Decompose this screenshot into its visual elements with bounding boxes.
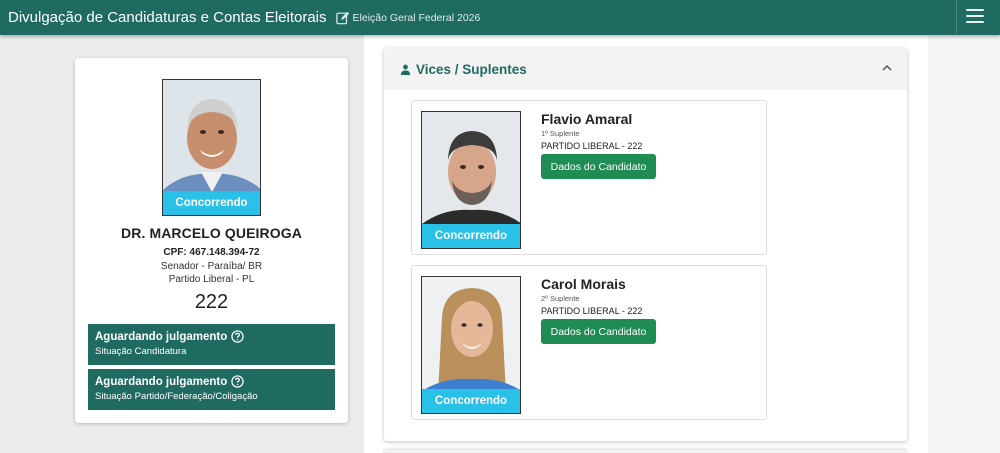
person-icon [400, 64, 411, 75]
status-title: Aguardando julgamento [95, 375, 228, 388]
candidate-office: Senador - Paraíba/ BR [160, 261, 263, 272]
candidate-name: DR. MARCELO QUEIROGA [121, 225, 302, 241]
suplente-photo: Concorrendo [421, 111, 521, 249]
suplente-card: Concorrendo Carol Morais 2º Suplente PAR… [411, 265, 767, 420]
suplente-photo: Concorrendo [421, 276, 521, 414]
candidate-number: 222 [194, 291, 229, 313]
candidate-cpf: CPF: 467.148.394-72 [163, 247, 260, 258]
suplente-role: 1º Suplente [541, 129, 580, 138]
dados-candidato-button[interactable]: Dados do Candidato [541, 154, 656, 179]
status-partido: Aguardando julgamento Situação Partido/F… [88, 369, 335, 410]
suplente-status-tag: Concorrendo [422, 224, 520, 248]
status-subtitle: Situação Candidatura [95, 346, 187, 357]
page-background [928, 35, 1000, 453]
status-candidatura: Aguardando julgamento Situação Candidatu… [88, 324, 335, 365]
main-content: Vices / Suplentes Concorrendo Flavio Ama… [364, 35, 928, 453]
candidate-status-tag: Concorrendo [163, 191, 260, 215]
help-icon[interactable] [231, 375, 244, 388]
suplente-card: Concorrendo Flavio Amaral 1º Suplente PA… [411, 100, 767, 255]
menu-divider [956, 0, 957, 35]
suplente-name: Carol Morais [541, 276, 626, 292]
vices-title: Vices / Suplentes [416, 61, 527, 77]
status-title: Aguardando julgamento [95, 330, 228, 343]
suplente-status-tag: Concorrendo [422, 389, 520, 413]
candidate-party: Partido Liberal - PL [168, 274, 255, 285]
hamburger-icon[interactable] [966, 9, 984, 25]
top-bar: Divulgação de Candidaturas e Contas Elei… [0, 0, 1000, 35]
status-subtitle: Situação Partido/Federação/Coligação [95, 391, 258, 402]
dados-candidato-button[interactable]: Dados do Candidato [541, 319, 656, 344]
vices-accordion-header[interactable]: Vices / Suplentes [384, 48, 907, 90]
suplente-party: PARTIDO LIBERAL - 222 [541, 141, 643, 151]
chevron-up-icon[interactable] [881, 62, 893, 74]
suplente-name: Flavio Amaral [541, 111, 633, 127]
vices-accordion: Vices / Suplentes Concorrendo Flavio Ama… [384, 48, 907, 441]
help-icon[interactable] [231, 330, 244, 343]
suplente-role: 2º Suplente [541, 294, 580, 303]
suplente-party: PARTIDO LIBERAL - 222 [541, 306, 643, 316]
candidate-photo: Concorrendo [162, 79, 261, 216]
candidate-card: Concorrendo DR. MARCELO QUEIROGA CPF: 46… [75, 58, 348, 423]
app-title[interactable]: Divulgação de Candidaturas e Contas Elei… [8, 9, 327, 26]
edit-icon [335, 11, 349, 24]
election-label[interactable]: Eleição Geral Federal 2026 [353, 12, 481, 24]
